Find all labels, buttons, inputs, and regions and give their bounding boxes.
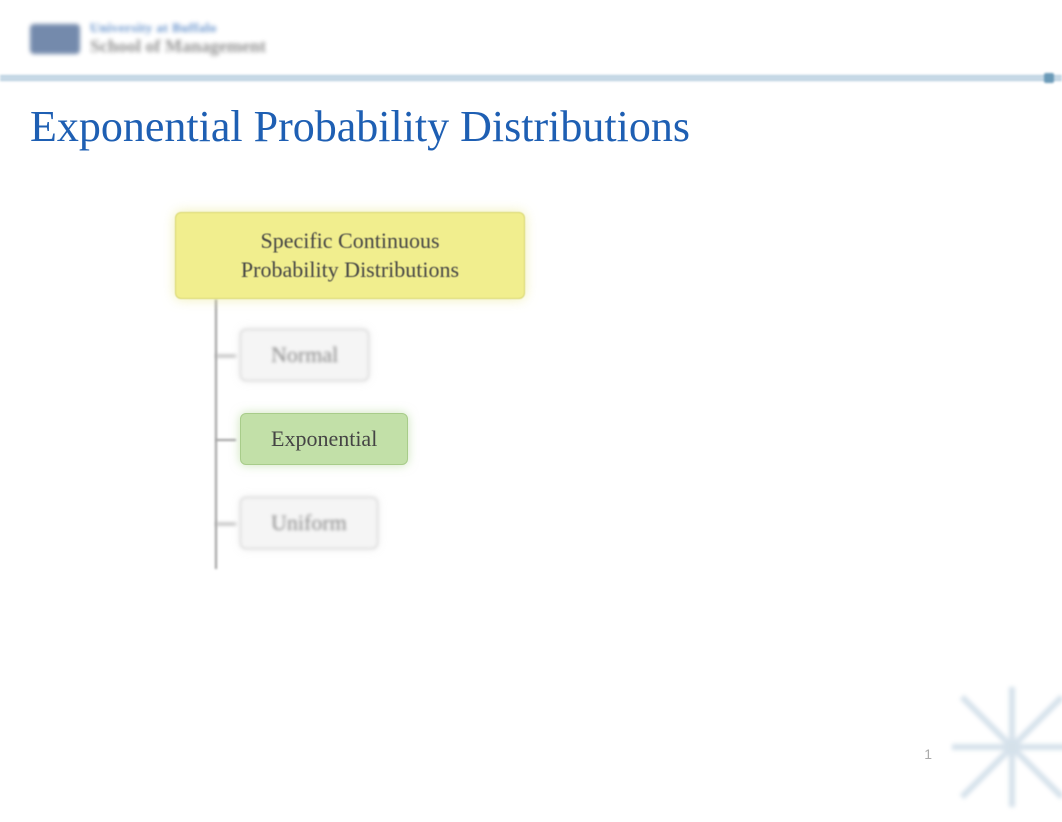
tree-connector-line xyxy=(215,299,217,569)
diagram-children: Normal Exponential Uniform xyxy=(240,329,675,549)
slide-header: University at Buffalo School of Manageme… xyxy=(0,0,1062,67)
logo-area: University at Buffalo School of Manageme… xyxy=(30,20,1032,57)
diagram-root-label: Specific ContinuousProbability Distribut… xyxy=(241,228,459,282)
logo-text-top: University at Buffalo xyxy=(90,20,266,36)
diagram-child-label: Normal xyxy=(271,342,338,367)
header-divider xyxy=(0,75,1062,81)
corner-decoration-icon xyxy=(942,677,1062,817)
university-logo-icon xyxy=(30,24,80,54)
diagram-child-label: Exponential xyxy=(271,426,377,451)
diagram-child-normal: Normal xyxy=(240,329,369,381)
logo-text-bottom: School of Management xyxy=(90,36,266,57)
diagram-child-exponential: Exponential xyxy=(240,413,408,465)
logo-text: University at Buffalo School of Manageme… xyxy=(90,20,266,57)
slide-title: Exponential Probability Distributions xyxy=(0,101,1062,152)
page-number: 1 xyxy=(924,746,932,762)
diagram-root-box: Specific ContinuousProbability Distribut… xyxy=(175,212,525,299)
diagram-child-uniform: Uniform xyxy=(240,497,378,549)
hierarchy-diagram: Specific ContinuousProbability Distribut… xyxy=(175,212,675,549)
diagram-child-label: Uniform xyxy=(271,510,347,535)
